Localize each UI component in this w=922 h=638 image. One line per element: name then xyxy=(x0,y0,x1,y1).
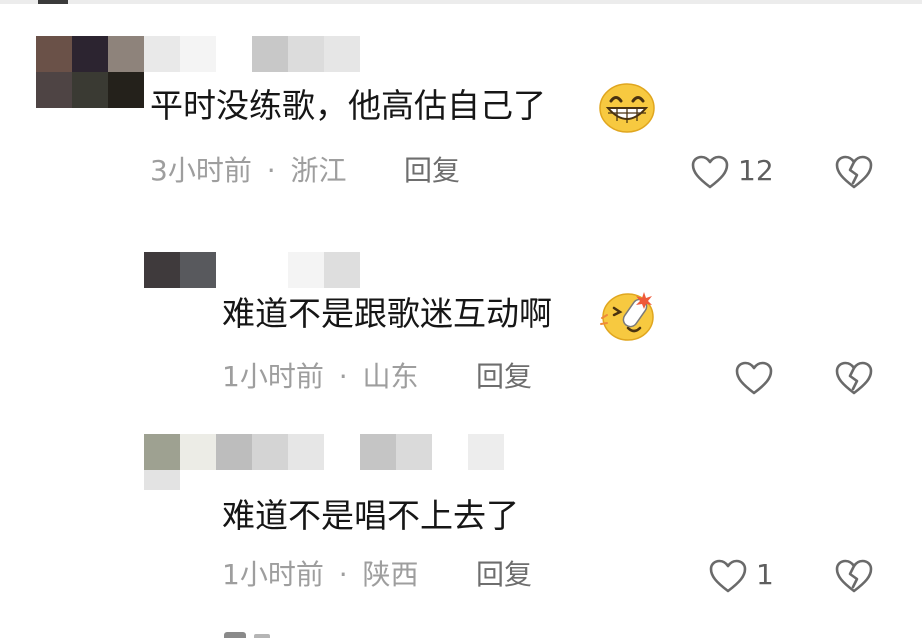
avatar[interactable] xyxy=(36,36,144,108)
comment-meta: 1小时前 · 陕西 xyxy=(222,558,419,592)
username[interactable] xyxy=(216,434,506,470)
like-count: 1 xyxy=(756,558,774,591)
comment-item: 难道不是跟歌迷互动啊 1小时前 · 山东 回复 xyxy=(0,248,922,418)
avatar[interactable] xyxy=(144,252,216,288)
reply-button[interactable]: 回复 xyxy=(476,558,532,592)
reply-button[interactable]: 回复 xyxy=(476,360,532,394)
comment-text: 难道不是唱不上去了 xyxy=(222,496,519,535)
comment-text: 难道不是跟歌迷互动啊 xyxy=(222,294,552,333)
broken-heart-icon[interactable] xyxy=(834,360,874,396)
comment-item: 平时没练歌，他高估自己了 3小时前 · 浙江 回复 12 xyxy=(0,30,922,210)
heart-outline-icon[interactable] xyxy=(690,154,730,190)
meta-separator: · xyxy=(266,154,276,187)
previous-item-fragment xyxy=(38,0,68,4)
heart-outline-icon[interactable] xyxy=(708,558,748,594)
comment-time: 1小时前 xyxy=(222,360,324,393)
comment-text: 平时没练歌，他高估自己了 xyxy=(150,86,546,125)
comment-time: 3小时前 xyxy=(150,154,252,187)
meta-separator: · xyxy=(338,558,348,591)
comment-item: 难道不是唱不上去了 1小时前 · 陕西 回复 1 xyxy=(0,430,922,610)
top-divider xyxy=(0,0,922,4)
cheering-face-icon xyxy=(598,288,656,342)
comment-meta: 1小时前 · 山东 xyxy=(222,360,419,394)
reply-button[interactable]: 回复 xyxy=(404,154,460,188)
comment-meta: 3小时前 · 浙江 xyxy=(150,154,347,188)
avatar[interactable] xyxy=(144,434,216,490)
username[interactable] xyxy=(144,36,360,72)
heart-outline-icon[interactable] xyxy=(734,360,774,396)
comment-location: 浙江 xyxy=(290,154,347,187)
like-count: 12 xyxy=(738,154,774,187)
comment-location: 山东 xyxy=(362,360,419,393)
comment-time: 1小时前 xyxy=(222,558,324,591)
grinning-face-icon xyxy=(598,82,656,134)
comment-location: 陕西 xyxy=(362,558,419,591)
username[interactable] xyxy=(216,252,360,292)
meta-separator: · xyxy=(338,360,348,393)
next-comment-fragment xyxy=(224,628,284,638)
broken-heart-icon[interactable] xyxy=(834,154,874,190)
broken-heart-icon[interactable] xyxy=(834,558,874,594)
